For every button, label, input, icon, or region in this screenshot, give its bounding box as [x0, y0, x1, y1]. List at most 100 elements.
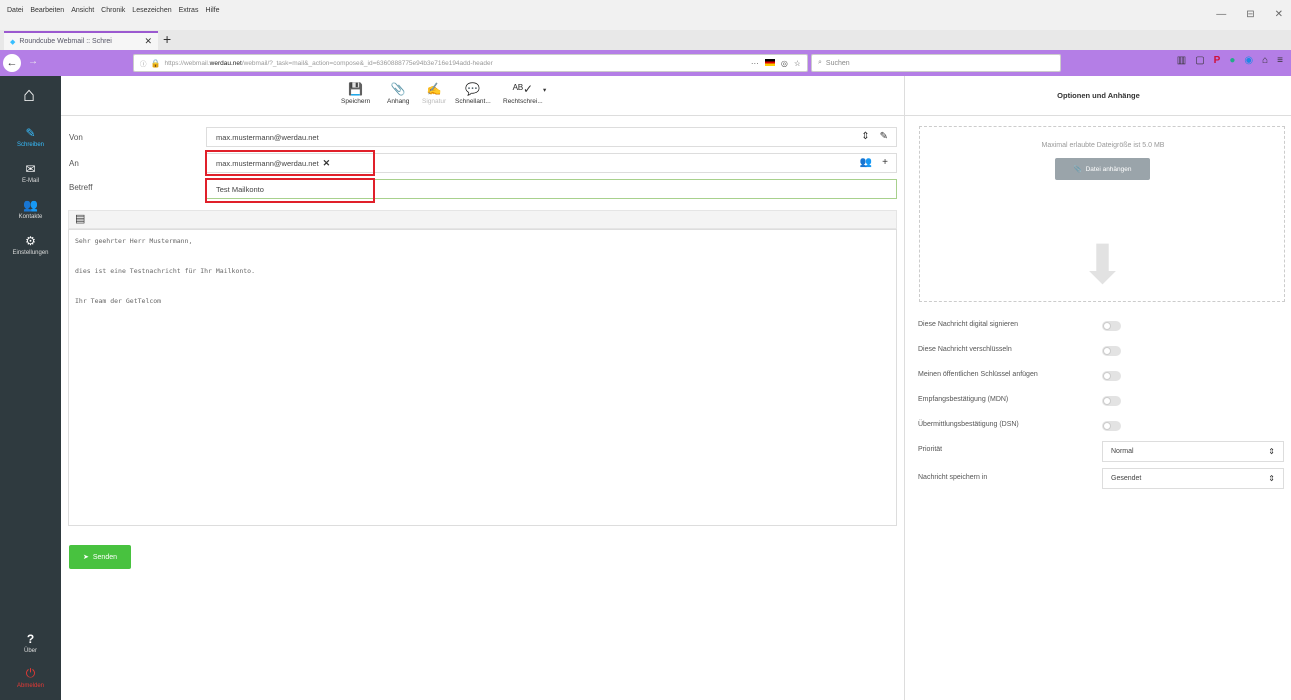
compose-icon: ✎	[25, 126, 36, 140]
close-window-icon[interactable]: ✕	[1275, 9, 1283, 20]
minimize-icon[interactable]: —	[1216, 9, 1226, 20]
toggle-mdn[interactable]	[1102, 396, 1121, 406]
menu-extras[interactable]: Extras	[179, 7, 199, 14]
body-line: dies ist eine Testnachricht für Ihr Mail…	[75, 267, 256, 275]
attach-file-label: Datei anhängen	[1085, 165, 1132, 173]
save-button[interactable]: 💾 Speichern	[341, 82, 370, 105]
sort-icon[interactable]: ⇕	[861, 131, 869, 142]
sidebar-item-contacts[interactable]: 👥 Kontakte	[0, 198, 61, 220]
attachment-dropzone[interactable]: Maximal erlaubte Dateigröße ist 5.0 MB 📎…	[919, 126, 1285, 302]
library-icon[interactable]: ▥	[1177, 55, 1186, 66]
signature-button[interactable]: ✍ Signatur	[422, 82, 446, 105]
save-label: Speichern	[341, 98, 371, 105]
close-tab-icon[interactable]: ✕	[144, 36, 152, 47]
app-taskbar: ⌂ ✎ Schreiben ✉ E-Mail 👥 Kontakte ⚙ Eins…	[0, 76, 61, 700]
send-icon: ➤	[82, 554, 89, 561]
toggle-pubkey[interactable]	[1102, 371, 1121, 381]
save-in-select[interactable]: Gesendet ⇕	[1102, 468, 1284, 489]
message-body[interactable]: Sehr geehrter Herr Mustermann, dies ist …	[68, 229, 897, 526]
priority-value: Normal	[1111, 448, 1134, 455]
menu-datei[interactable]: Datei	[7, 7, 23, 14]
toggle-sign[interactable]	[1102, 321, 1121, 331]
info-icon[interactable]: ⓘ	[140, 58, 147, 68]
to-label: An	[69, 159, 79, 168]
add-header-icon[interactable]: +	[882, 157, 888, 168]
reload-icon[interactable]: ↻	[797, 56, 805, 67]
sidebar-item-label: E-Mail	[21, 178, 39, 184]
more-icon[interactable]: ···	[751, 59, 759, 68]
from-label: Von	[69, 133, 83, 142]
url-rest: /webmail/?_task=mail&_action=compose&_id…	[241, 59, 493, 67]
new-tab-icon[interactable]: +	[163, 32, 171, 46]
subject-label: Betreff	[69, 183, 93, 192]
menu-list: Datei Bearbeiten Ansicht Chronik Lesezei…	[7, 7, 219, 14]
help-icon: ?	[26, 632, 35, 646]
menu-lesezeichen[interactable]: Lesezeichen	[132, 7, 171, 14]
spellcheck-label: Rechtschrei...	[503, 98, 543, 105]
pocket-icon[interactable]: ◎	[781, 59, 788, 68]
back-icon[interactable]: ←	[3, 54, 21, 72]
sidebar-item-label: Über	[23, 648, 37, 654]
compose-main: 💾 Speichern 📎 Anhang ✍ Signatur 💬 Schnel…	[61, 76, 904, 700]
responses-label: Schnellant...	[455, 98, 491, 105]
favicon-icon: ◆	[10, 38, 16, 46]
signature-label: Signatur	[422, 98, 447, 105]
sidebar-item-label: Abmelden	[16, 683, 45, 689]
menu-hilfe[interactable]: Hilfe	[205, 7, 219, 14]
toggle-encrypt[interactable]	[1102, 346, 1121, 356]
sidebar-item-compose[interactable]: ✎ Schreiben	[0, 126, 61, 148]
maximize-icon[interactable]: ⊟	[1246, 9, 1254, 20]
edit-identity-icon[interactable]: ✎	[880, 131, 888, 142]
attach-file-button[interactable]: 📎 Datei anhängen	[1055, 158, 1150, 180]
hamburger-menu-icon[interactable]: ≡	[1277, 55, 1283, 66]
priority-select[interactable]: Normal ⇕	[1102, 441, 1284, 462]
menu-bearbeiten[interactable]: Bearbeiten	[30, 7, 64, 14]
attach-button[interactable]: 📎 Anhang	[387, 82, 409, 105]
address-book-icon[interactable]: 👥	[860, 157, 872, 168]
signature-icon: ✍	[426, 82, 442, 96]
paperclip-icon: 📎	[390, 82, 406, 96]
editor-toolbar: ▤	[68, 210, 897, 229]
editor-type-icon[interactable]: ▤	[75, 213, 85, 225]
spellcheck-button[interactable]: ᴬᴮ✓ Rechtschrei...	[503, 82, 543, 105]
url-host: werdau.net	[209, 59, 242, 67]
menu-ansicht[interactable]: Ansicht	[71, 7, 94, 14]
toggle-dsn[interactable]	[1102, 421, 1121, 431]
forward-icon[interactable]: →	[28, 56, 38, 67]
sidebar-item-mail[interactable]: ✉ E-Mail	[0, 162, 61, 184]
priority-label: Priorität	[918, 446, 943, 453]
save-in-label: Nachricht speichern in	[918, 474, 988, 481]
search-input[interactable]: ⌕ Suchen	[811, 54, 1061, 72]
flag-icon[interactable]	[764, 58, 775, 66]
select-arrow-icon: ⇕	[1268, 474, 1275, 483]
url-bar[interactable]: ⓘ 🔒 https://webmail.werdau.net/webmail/?…	[133, 54, 808, 72]
options-title: Optionen und Anhänge	[905, 76, 1291, 116]
sidebar-item-label: Einstellungen	[12, 250, 49, 256]
sidebar-item-settings[interactable]: ⚙ Einstellungen	[0, 234, 61, 256]
from-field[interactable]: max.mustermann@werdau.net ⇕ ✎	[206, 127, 897, 147]
sidebar-item-logout[interactable]: ⏻ Abmelden	[0, 666, 61, 689]
spellcheck-dropdown-icon[interactable]: ▾	[543, 86, 546, 94]
option-sign-label: Diese Nachricht digital signieren	[918, 321, 1018, 328]
browser-navbar: ← → ⓘ 🔒 https://webmail.werdau.net/webma…	[0, 50, 1291, 76]
addon-dot-icon[interactable]: ●	[1229, 55, 1235, 66]
attach-label: Anhang	[387, 98, 410, 105]
options-panel: Optionen und Anhänge Maximal erlaubte Da…	[904, 76, 1291, 700]
addon-p-icon[interactable]: P	[1214, 55, 1221, 66]
extension-icons: ▥ ▢ P ● ◉ ⌂ ≡	[1177, 55, 1283, 66]
download-icon: ⬇	[1079, 235, 1126, 295]
menu-chronik[interactable]: Chronik	[101, 7, 125, 14]
responses-button[interactable]: 💬 Schnellant...	[455, 82, 491, 105]
sidebar-toggle-icon[interactable]: ▢	[1195, 55, 1204, 66]
subject-highlight	[205, 178, 375, 203]
spellcheck-icon: ᴬᴮ✓	[512, 82, 534, 96]
send-label: Senden	[92, 553, 117, 561]
sidebar-item-about[interactable]: ? Über	[0, 632, 61, 654]
option-encrypt-label: Diese Nachricht verschlüsseln	[918, 346, 1012, 353]
roundcube-logo[interactable]: ⌂	[15, 84, 43, 112]
search-placeholder: Suchen	[825, 59, 850, 67]
addon-blue-icon[interactable]: ◉	[1244, 55, 1253, 66]
send-button[interactable]: ➤ Senden	[69, 545, 131, 569]
addon-home-icon[interactable]: ⌂	[1262, 55, 1268, 66]
browser-tab[interactable]: ◆ Roundcube Webmail :: Schrei ✕	[4, 31, 158, 50]
